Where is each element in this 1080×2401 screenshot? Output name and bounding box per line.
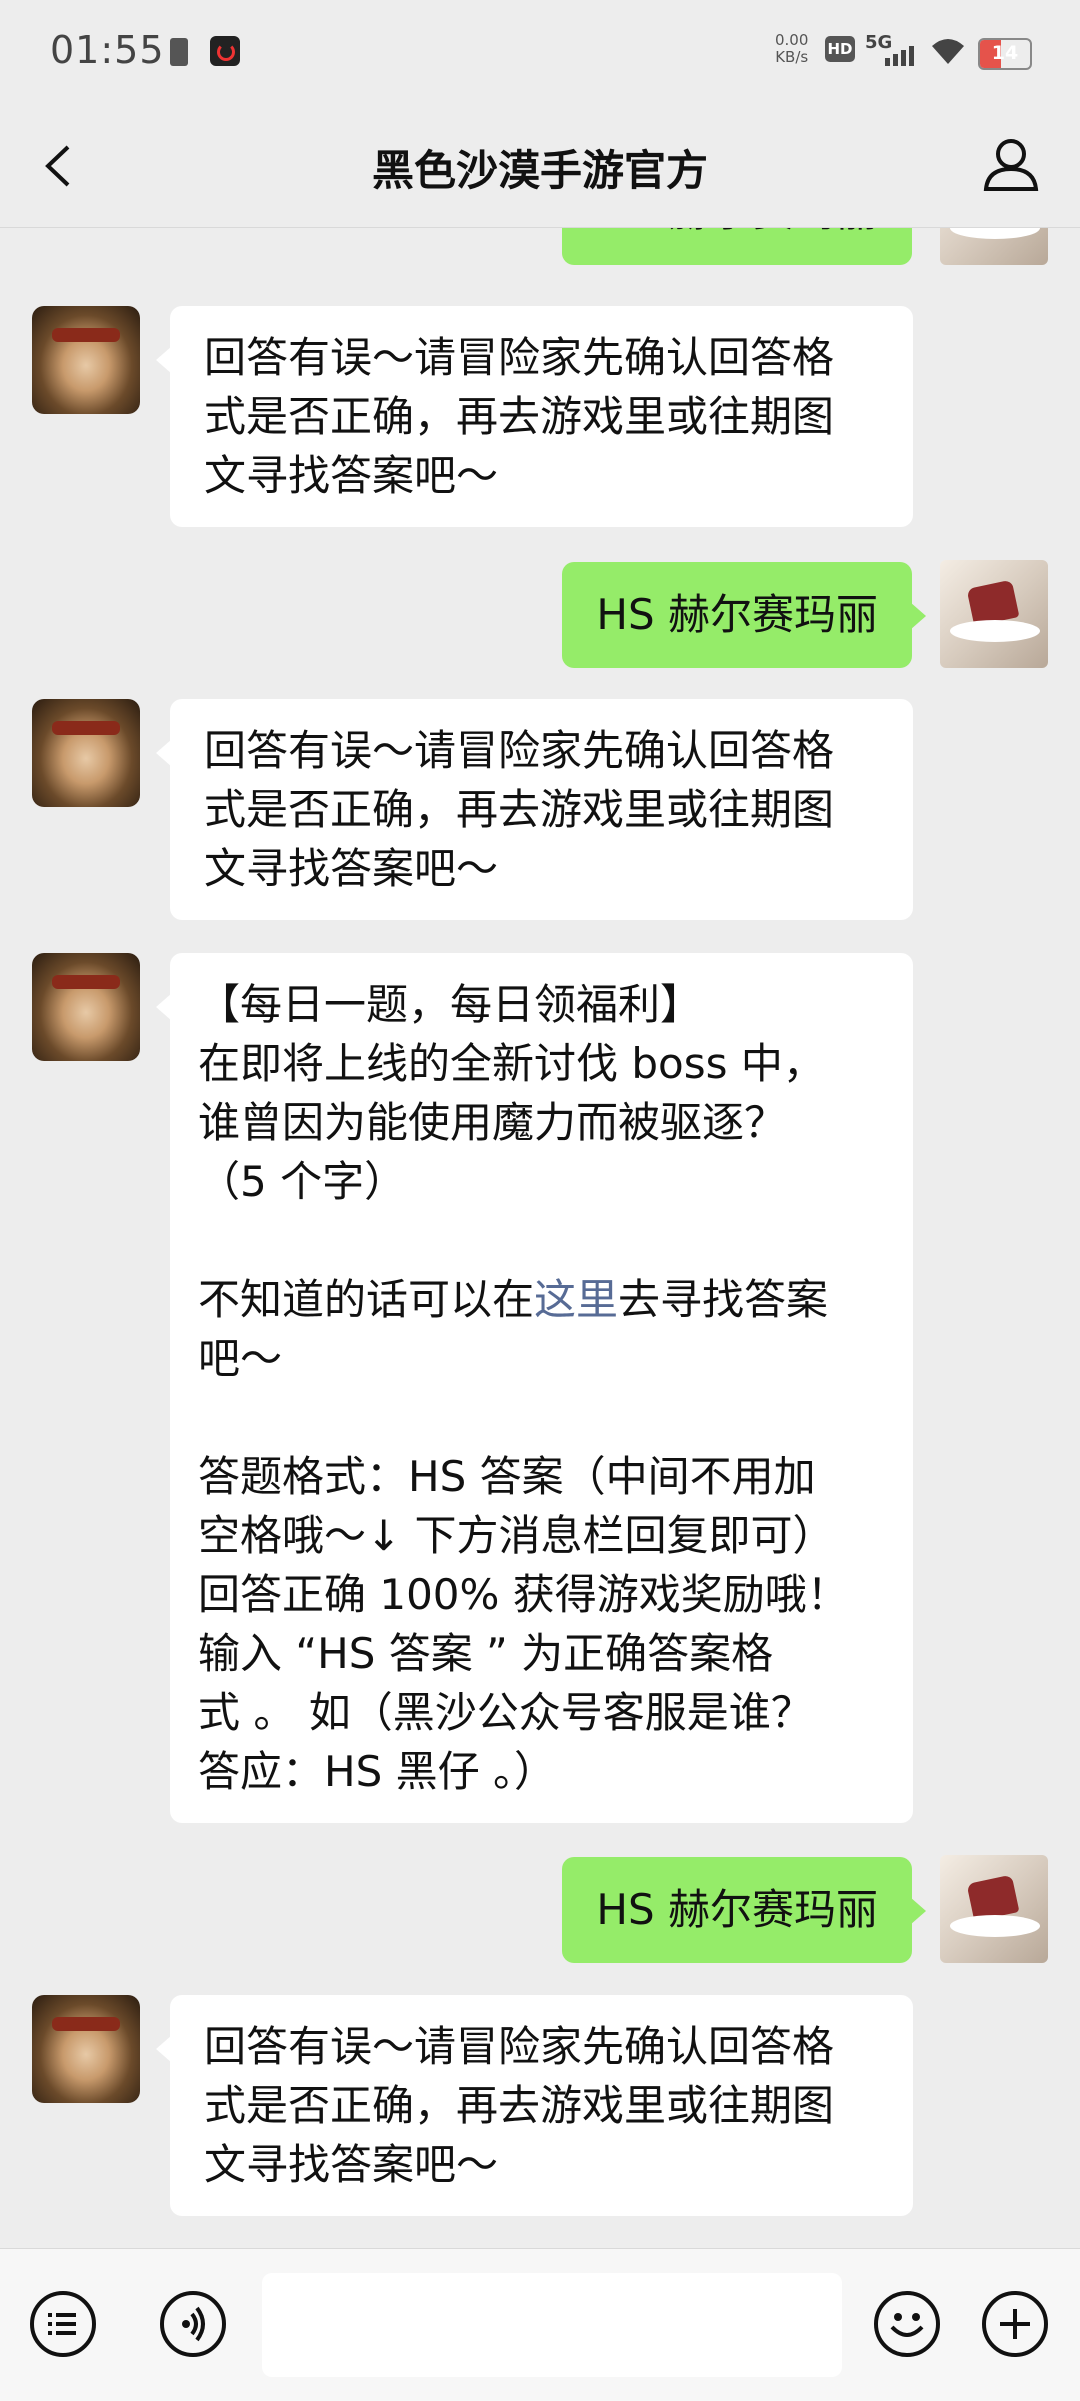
- user-avatar[interactable]: [940, 1855, 1048, 1963]
- battery-icon: 14: [978, 38, 1032, 70]
- status-bar: 01:55 0.00 KB/s HD 5G 14: [0, 0, 1080, 105]
- emoji-icon[interactable]: [874, 2291, 940, 2357]
- message-input[interactable]: [262, 2273, 842, 2377]
- hd-icon: HD: [825, 36, 855, 62]
- message-bubble[interactable]: 回答有误～请冒险家先确认回答格 式是否正确，再去游戏里或往期图 文寻找答案吧～: [156, 1995, 913, 2216]
- bot-avatar[interactable]: [32, 306, 140, 414]
- storage-icon: [170, 38, 188, 66]
- message-bubble[interactable]: 回答有误～请冒险家先确认回答格 式是否正确，再去游戏里或往期图 文寻找答案吧～: [156, 699, 913, 920]
- message-text: 去寻找答案 吧～ 答题格式：HS 答案（中间不用加 空格哦～↓ 下方消息栏回复即…: [198, 1275, 849, 1796]
- network-speed-unit: KB/s: [775, 48, 809, 66]
- chat-header: 黑色沙漠手游官方: [0, 105, 1080, 228]
- page-title: 黑色沙漠手游官方: [371, 146, 708, 195]
- message-bubble[interactable]: HS 赫尔赛玛丽: [562, 562, 926, 668]
- message-bubble[interactable]: HS 赫尔赛玛丽: [562, 227, 912, 265]
- chat-input-bar: [0, 2248, 1080, 2401]
- bot-avatar[interactable]: [32, 953, 140, 1061]
- message-text: 【每日一题，每日领福利】 在即将上线的全新讨伐 boss 中， 谁曾因为能使用魔…: [198, 980, 825, 1324]
- voice-icon[interactable]: [160, 2291, 226, 2357]
- user-avatar[interactable]: [940, 227, 1048, 265]
- status-time: 01:55: [50, 28, 165, 72]
- wifi-icon: [930, 36, 966, 74]
- app-notification-icon: [210, 36, 240, 66]
- signal-icon: [885, 44, 915, 66]
- profile-icon[interactable]: [982, 135, 1040, 193]
- message-bubble[interactable]: HS 赫尔赛玛丽: [562, 1857, 926, 1963]
- menu-list-icon[interactable]: [30, 2291, 96, 2357]
- chat-area[interactable]: HS 赫尔赛玛丽 回答有误～请冒险家先确认回答格 式是否正确，再去游戏里或往期图…: [0, 227, 1080, 2247]
- plus-icon[interactable]: [982, 2291, 1048, 2357]
- user-avatar[interactable]: [940, 560, 1048, 668]
- message-bubble[interactable]: 【每日一题，每日领福利】 在即将上线的全新讨伐 boss 中， 谁曾因为能使用魔…: [156, 953, 913, 1823]
- network-speed-value: 0.00: [775, 31, 809, 49]
- bot-avatar[interactable]: [32, 699, 140, 807]
- network-speed: 0.00 KB/s: [775, 32, 808, 66]
- battery-level: 14: [991, 42, 1019, 64]
- message-bubble[interactable]: 回答有误～请冒险家先确认回答格 式是否正确，再去游戏里或往期图 文寻找答案吧～: [156, 306, 913, 527]
- bot-avatar[interactable]: [32, 1995, 140, 2103]
- message-link[interactable]: 这里: [534, 1275, 618, 1324]
